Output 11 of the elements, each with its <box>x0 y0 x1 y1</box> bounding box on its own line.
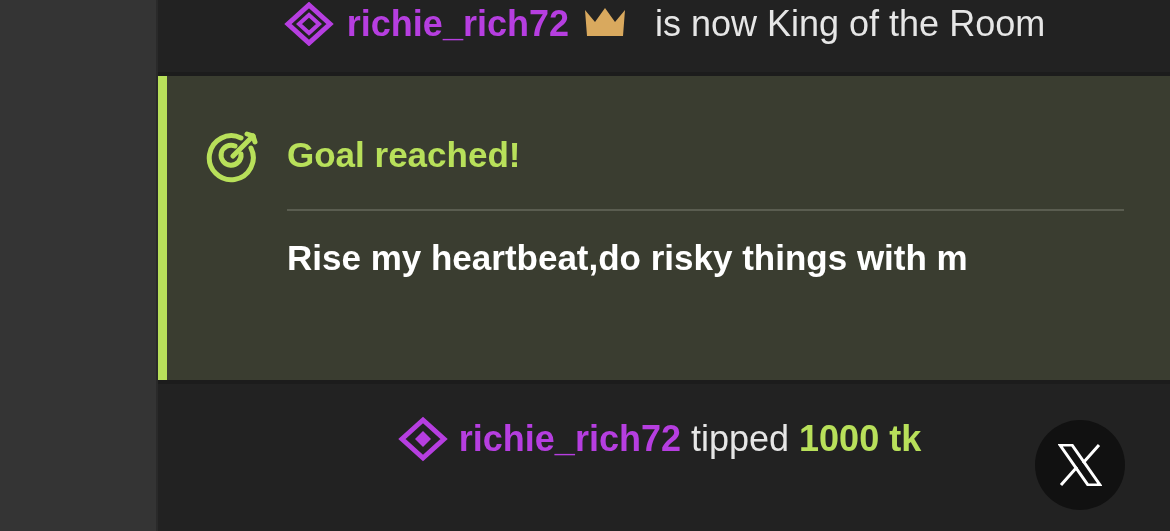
username: richie_rich72 <box>458 418 681 459</box>
diamond-icon <box>396 416 449 462</box>
king-message: is now King of the Room <box>654 2 1046 46</box>
username: richie_rich72 <box>346 2 569 46</box>
goal-description: Rise my heartbeat,do risky things with m <box>287 239 969 277</box>
tip-amount: 1000 <box>799 418 880 459</box>
goal-title: Goal reached! <box>287 134 522 176</box>
tip-unit: tk <box>889 418 922 459</box>
x-icon <box>1058 444 1102 486</box>
diamond-icon <box>282 2 335 46</box>
tip-action: tipped <box>690 418 790 459</box>
